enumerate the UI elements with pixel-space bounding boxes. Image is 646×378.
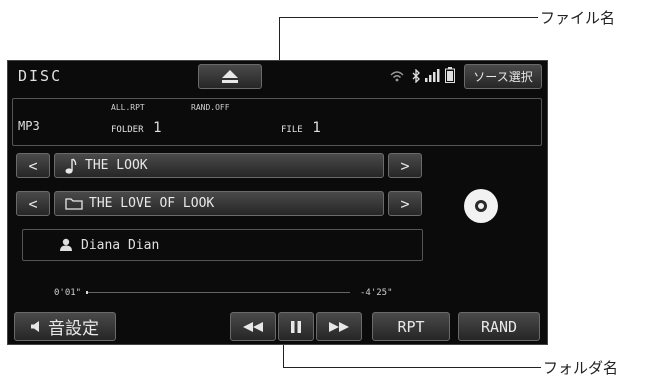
track-title-bar[interactable]: THE LOOK <box>54 153 384 178</box>
track-title: THE LOOK <box>85 158 148 173</box>
progress-track <box>86 291 350 294</box>
rewind-icon <box>243 321 263 332</box>
format-label: MP3 <box>18 119 40 133</box>
callout-file-name: ファイル名 <box>540 9 616 27</box>
remaining-time: -4'25" <box>360 288 393 298</box>
disc-icon <box>464 189 498 223</box>
speaker-icon <box>31 321 39 332</box>
callout-top-line <box>279 17 538 18</box>
file-label: FILE <box>281 125 303 135</box>
elapsed-time: 0'01" <box>54 288 82 298</box>
sound-settings-button[interactable]: 音設定 <box>14 312 116 341</box>
folder-indicator: FOLDER 1 <box>111 117 162 136</box>
random-status: RAND.OFF <box>191 103 230 112</box>
sound-settings-label: 音設定 <box>48 319 99 339</box>
fast-forward-button[interactable] <box>316 312 362 341</box>
folder-label: FOLDER <box>111 125 144 135</box>
wifi-icon <box>390 71 404 82</box>
source-select-button[interactable]: ソース選択 <box>464 64 542 89</box>
pause-icon <box>291 320 301 333</box>
callout-bottom-line <box>283 367 541 368</box>
callout-folder-name: フォルダ名 <box>543 359 619 377</box>
folder-number: 1 <box>153 120 162 136</box>
next-folder-button[interactable]: > <box>388 191 422 216</box>
music-note-icon <box>65 157 77 174</box>
repeat-status: ALL.RPT <box>111 103 145 112</box>
bluetooth-icon <box>412 69 420 83</box>
progress-fill <box>86 291 88 294</box>
folder-icon <box>65 198 83 210</box>
signal-icon <box>425 69 440 82</box>
prev-track-button[interactable]: < <box>16 153 50 178</box>
prev-folder-button[interactable]: < <box>16 191 50 216</box>
artist-name: Diana Dian <box>81 237 160 253</box>
battery-icon <box>445 67 455 83</box>
file-indicator: FILE 1 <box>281 117 321 136</box>
audio-screen: DISC ソース選択 MP3 ALL.RPT RAND.OFF FOLDER 1 <box>7 60 548 345</box>
eject-button[interactable] <box>198 64 262 89</box>
file-number: 1 <box>312 120 321 136</box>
random-button[interactable]: RAND <box>458 312 540 341</box>
person-icon <box>60 238 72 251</box>
info-panel: MP3 ALL.RPT RAND.OFF FOLDER 1 FILE 1 <box>12 98 542 146</box>
eject-icon <box>222 69 238 83</box>
pause-button[interactable] <box>278 312 314 341</box>
fast-forward-icon <box>329 321 349 332</box>
folder-name-bar[interactable]: THE LOVE OF LOOK <box>54 191 384 216</box>
artist-panel: Diana Dian <box>22 229 423 261</box>
folder-name: THE LOVE OF LOOK <box>89 196 215 211</box>
source-label: DISC <box>18 67 63 85</box>
rewind-button[interactable] <box>230 312 276 341</box>
repeat-button[interactable]: RPT <box>372 312 450 341</box>
next-track-button[interactable]: > <box>388 153 422 178</box>
